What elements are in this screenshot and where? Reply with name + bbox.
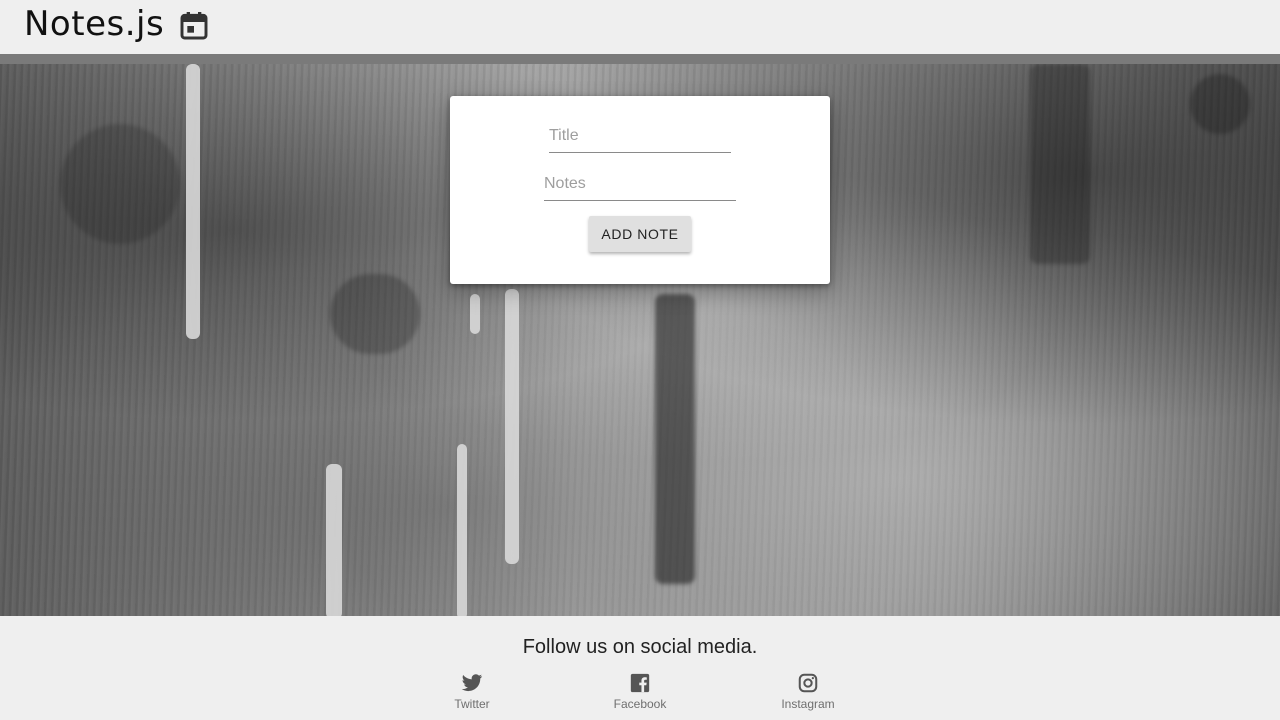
header-divider: [0, 54, 1280, 64]
facebook-link[interactable]: Facebook: [590, 672, 690, 711]
notes-input[interactable]: [544, 174, 736, 201]
app-header: Notes.js: [0, 0, 1280, 54]
follow-text: Follow us on social media.: [522, 636, 758, 658]
twitter-icon: [461, 674, 483, 692]
instagram-icon: [798, 673, 818, 693]
title-input[interactable]: [549, 126, 731, 153]
add-note-button[interactable]: ADD NOTE: [589, 216, 691, 252]
facebook-label: Facebook: [613, 697, 667, 711]
calendar-icon[interactable]: [178, 9, 210, 43]
instagram-label: Instagram: [781, 697, 835, 711]
note-form-card: ADD NOTE: [450, 96, 830, 284]
twitter-link[interactable]: Twitter: [422, 672, 522, 711]
twitter-label: Twitter: [454, 697, 490, 711]
app-title[interactable]: Notes.js: [24, 4, 164, 44]
footer: Follow us on social media. Twitter Faceb…: [0, 616, 1280, 720]
instagram-link[interactable]: Instagram: [758, 672, 858, 711]
facebook-icon: [630, 673, 650, 693]
